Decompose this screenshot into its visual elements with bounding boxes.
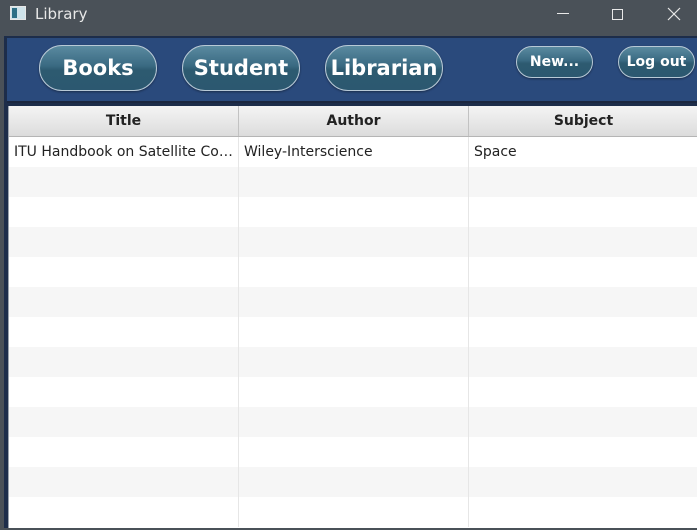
empty-table-cell [239,197,469,227]
empty-table-cell [9,257,239,287]
table-row[interactable]: ITU Handbook on Satellite Communications… [9,137,697,167]
navigation-bar: Books Student Librarian New... Log out [7,38,697,103]
title-bar[interactable]: Library [0,0,697,28]
table-header: Title Author Subject [9,106,697,137]
empty-table-row[interactable] [9,287,697,317]
empty-table-cell [239,407,469,437]
empty-table-cell [469,377,697,407]
empty-table-cell [469,347,697,377]
empty-table-cell [239,377,469,407]
empty-table-cell [9,497,239,527]
empty-table-row[interactable] [9,197,697,227]
empty-table-row[interactable] [9,257,697,287]
empty-table-cell [9,407,239,437]
empty-table-cell [239,437,469,467]
empty-table-cell [239,257,469,287]
new-button[interactable]: New... [516,46,593,78]
close-button[interactable] [651,0,697,28]
empty-table-row[interactable] [9,317,697,347]
empty-table-cell [239,467,469,497]
empty-table-cell [469,317,697,347]
empty-table-cell [239,287,469,317]
empty-table-cell [469,467,697,497]
empty-table-row[interactable] [9,227,697,257]
window-title: Library [35,5,88,23]
table-cell-title: ITU Handbook on Satellite Communications [9,137,239,167]
empty-table-row[interactable] [9,497,697,527]
empty-table-cell [239,227,469,257]
empty-table-row[interactable] [9,437,697,467]
column-header-subject[interactable]: Subject [469,106,697,136]
empty-table-cell [469,497,697,527]
empty-table-cell [469,287,697,317]
books-table[interactable]: Title Author Subject ITU Handbook on Sat… [8,106,697,528]
maximize-icon [611,8,623,20]
empty-table-cell [469,197,697,227]
books-button[interactable]: Books [39,45,157,91]
empty-table-cell [469,227,697,257]
column-header-author[interactable]: Author [239,106,469,136]
empty-table-row[interactable] [9,167,697,197]
empty-table-row[interactable] [9,377,697,407]
app-content: Books Student Librarian New... Log out T… [4,36,697,528]
empty-table-cell [9,467,239,497]
empty-table-row[interactable] [9,467,697,497]
empty-table-cell [469,437,697,467]
empty-table-cell [9,167,239,197]
minimize-button[interactable] [540,0,586,28]
empty-table-cell [9,227,239,257]
logout-button[interactable]: Log out [618,46,695,78]
table-cell-subject: Space [474,144,517,160]
empty-table-cell [9,317,239,347]
empty-table-cell [469,167,697,197]
empty-table-cell [9,197,239,227]
close-icon [667,7,681,21]
librarian-button[interactable]: Librarian [325,45,443,91]
empty-table-cell [469,407,697,437]
table-cell-author: Wiley-Interscience [239,137,469,167]
empty-table-cell [239,347,469,377]
empty-table-row[interactable] [9,407,697,437]
table-body: ITU Handbook on Satellite Communications… [9,137,697,527]
empty-table-cell [9,437,239,467]
column-header-title[interactable]: Title [9,106,239,136]
empty-table-cell [239,317,469,347]
empty-table-cell [239,497,469,527]
empty-table-cell [469,257,697,287]
app-window: Library Books Student Librarian New... L… [0,0,697,530]
minimize-icon [557,12,569,14]
student-button[interactable]: Student [182,45,300,91]
empty-table-row[interactable] [9,347,697,377]
library-app-icon [10,6,26,20]
empty-table-cell [239,167,469,197]
maximize-button[interactable] [594,0,640,28]
empty-table-cell [9,377,239,407]
empty-table-cell [9,347,239,377]
empty-table-cell [9,287,239,317]
